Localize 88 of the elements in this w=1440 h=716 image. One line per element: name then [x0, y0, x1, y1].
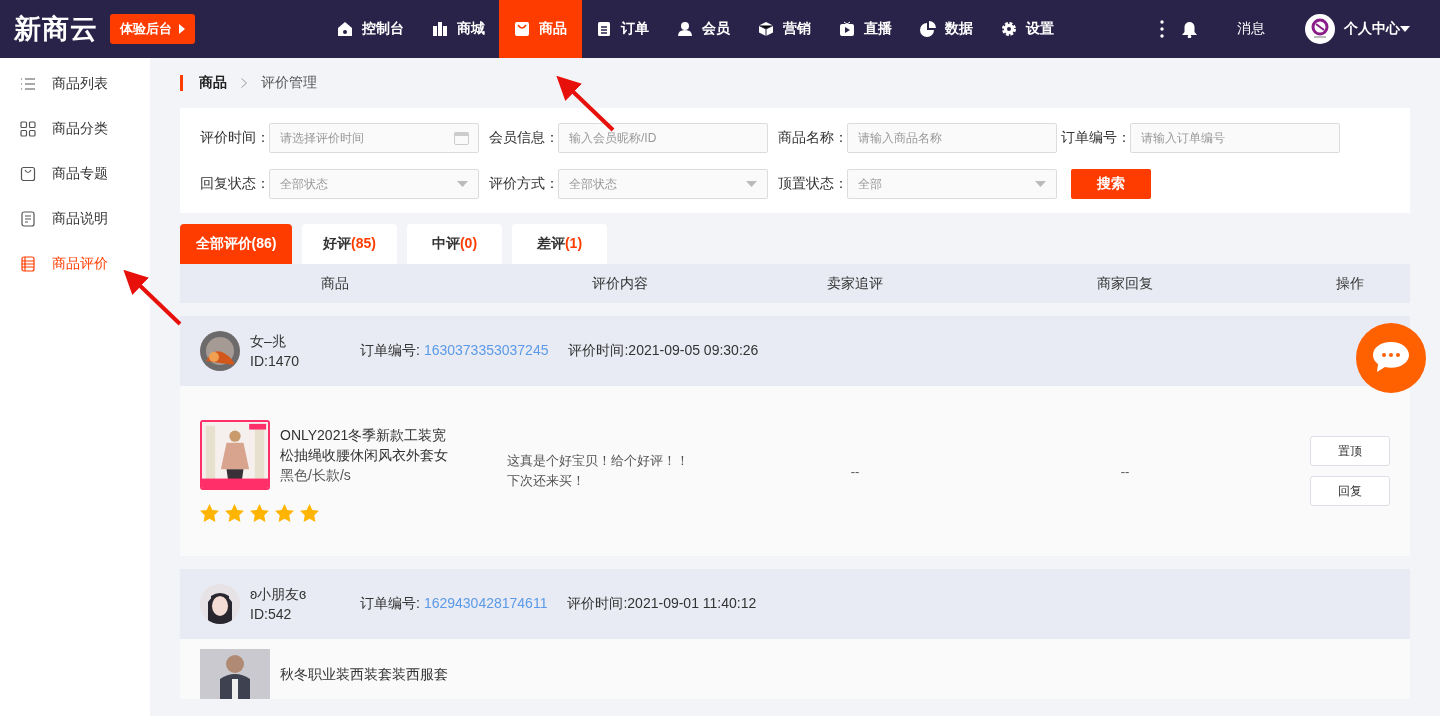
- merchant-reply: --: [1120, 463, 1130, 479]
- list-document-icon: [20, 255, 36, 272]
- bag-icon: [20, 165, 36, 182]
- buildings-icon: [432, 21, 448, 37]
- field-label: 顶置状态：: [778, 175, 847, 193]
- breadcrumb-item[interactable]: 商品: [199, 74, 227, 92]
- date-field[interactable]: 请选择评价时间: [269, 123, 479, 153]
- filter-tab[interactable]: 全部评价(86): [180, 224, 292, 264]
- caret-down-icon: [457, 181, 468, 187]
- sidebar-item[interactable]: 商品专题: [0, 151, 150, 196]
- action-button[interactable]: 回复: [1310, 476, 1390, 506]
- seller-followup: --: [850, 463, 860, 479]
- product-spec: 黑色/长款/s: [280, 466, 352, 485]
- column-header: 商品: [320, 274, 350, 293]
- nav-item[interactable]: 商城: [418, 0, 499, 58]
- chevron-right-icon: [241, 78, 247, 88]
- column-header: 商家回复: [1096, 274, 1154, 293]
- star-icon: [250, 504, 269, 522]
- nav-item[interactable]: 会员: [663, 0, 744, 58]
- nav-item[interactable]: 控制台: [323, 0, 418, 58]
- sidebar-item[interactable]: 商品评价: [0, 241, 150, 286]
- member-id: ID:1470: [250, 352, 301, 371]
- input-field[interactable]: 请输入订单编号: [1130, 123, 1340, 153]
- cube-icon: [758, 21, 774, 37]
- member-id: ID:542: [250, 605, 293, 624]
- column-header: 操作: [1335, 274, 1365, 293]
- field-label: 订单编号：: [1061, 129, 1130, 147]
- review-time: 评价时间:2021-09-05 09:30:26: [568, 342, 759, 360]
- caret-down-icon: [1400, 26, 1410, 32]
- field-label: 商品名称：: [778, 129, 847, 147]
- filter-tab[interactable]: 好评(85): [302, 224, 397, 264]
- column-header: 卖家追评: [826, 274, 884, 293]
- sidebar-item[interactable]: 商品列表: [0, 61, 150, 106]
- person-icon: [677, 21, 693, 37]
- filter-tab[interactable]: 中评(0): [407, 224, 502, 264]
- action-button[interactable]: 置顶: [1310, 436, 1390, 466]
- field-label: 会员信息：: [489, 129, 558, 147]
- tv-icon: [839, 21, 855, 37]
- review-text: 这真是个好宝贝！给个好评！！下次还来买！: [507, 453, 689, 488]
- field-label: 评价时间：: [200, 129, 269, 147]
- clipboard-icon: [596, 21, 612, 37]
- nav-item[interactable]: 商品: [499, 0, 582, 58]
- more-vertical-icon: [1160, 20, 1164, 38]
- search-button[interactable]: 搜索: [1071, 169, 1151, 199]
- filter-tab[interactable]: 差评(1): [512, 224, 607, 264]
- order-label: 订单编号:: [360, 342, 420, 360]
- logo: 新商云: [14, 13, 98, 46]
- field-label: 回复状态：: [200, 175, 269, 193]
- nav-item[interactable]: 设置: [987, 0, 1068, 58]
- star-icon: [225, 504, 244, 522]
- nav-item[interactable]: 直播: [825, 0, 906, 58]
- sidebar-item[interactable]: 商品说明: [0, 196, 150, 241]
- gear-icon: [1001, 21, 1017, 37]
- chat-bubble-icon: [1371, 341, 1411, 375]
- trial-button[interactable]: 体验后台: [110, 14, 195, 44]
- caret-down-icon: [746, 181, 757, 187]
- column-header: 评价内容: [591, 274, 649, 293]
- product-name: 秋冬职业装西装套装西服套: [280, 665, 449, 684]
- breadcrumb-item: 评价管理: [261, 74, 317, 92]
- caret-down-icon: [1035, 181, 1046, 187]
- sidebar-item[interactable]: 商品分类: [0, 106, 150, 151]
- product-name: ONLY2021冬季新款工装宽松抽绳收腰休闲风衣外套女: [280, 426, 449, 465]
- nav-item[interactable]: 数据: [906, 0, 987, 58]
- nav-item[interactable]: 订单: [582, 0, 663, 58]
- bag-icon: [514, 21, 530, 37]
- field-label: 评价方式：: [489, 175, 558, 193]
- caret-right-icon: [179, 24, 185, 34]
- accent-bar: [180, 75, 183, 91]
- star-icon: [200, 504, 219, 522]
- grid-icon: [20, 120, 36, 137]
- document-icon: [20, 210, 36, 227]
- member-name: 女–兆: [250, 332, 287, 351]
- review-time: 评价时间:2021-09-01 11:40:12: [567, 595, 757, 613]
- nav-item[interactable]: 营销: [744, 0, 825, 58]
- pie-chart-icon: [920, 21, 936, 37]
- calendar-icon: [454, 131, 469, 145]
- member-name: ʚ小朋友ɞ: [250, 585, 308, 604]
- avatar-icon: [1305, 14, 1335, 44]
- order-label: 订单编号:: [360, 595, 420, 613]
- user-menu[interactable]: 个人中心: [1344, 20, 1410, 38]
- star-icon: [275, 504, 294, 522]
- messages-link[interactable]: 消息: [1237, 20, 1265, 38]
- star-icon: [300, 504, 319, 522]
- bell-icon: [1182, 20, 1197, 38]
- house-icon: [337, 21, 353, 37]
- list-icon: [20, 75, 36, 92]
- input-field[interactable]: 请输入商品名称: [847, 123, 1057, 153]
- input-field[interactable]: 输入会员昵称/ID: [558, 123, 768, 153]
